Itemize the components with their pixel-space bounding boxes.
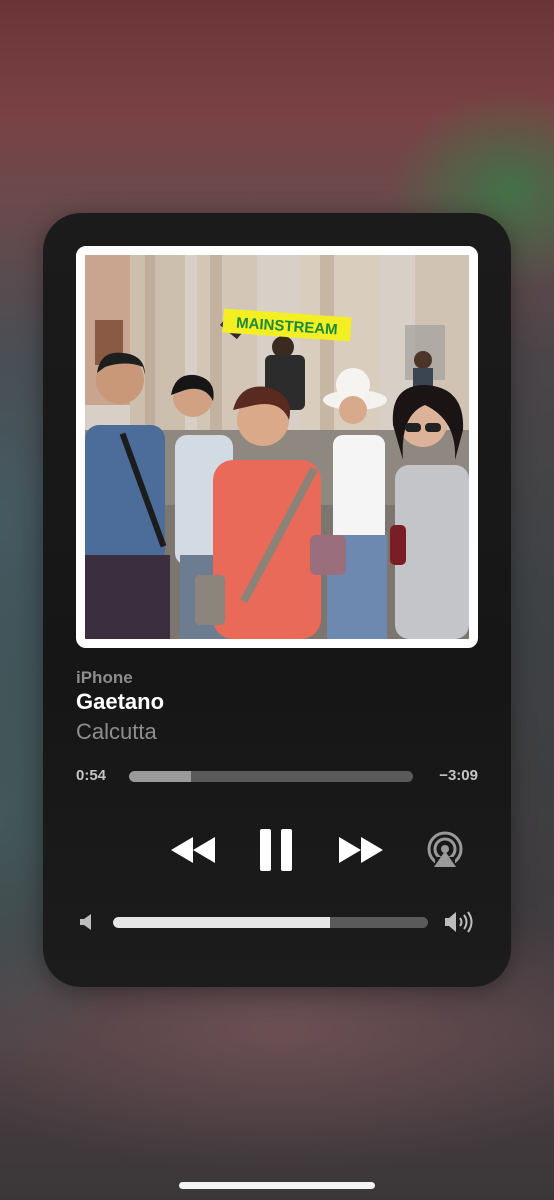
volume-level: [113, 917, 331, 928]
playback-scrubber[interactable]: [129, 771, 413, 782]
rewind-icon: [171, 837, 215, 863]
track-title: Gaetano: [76, 689, 165, 714]
airplay-button[interactable]: [423, 829, 467, 871]
now-playing-card: MAINSTREAM iPhone Gaetano Calcutta 0:54 …: [43, 213, 511, 987]
output-device-label: iPhone: [76, 668, 133, 687]
elapsed-time: 0:54: [76, 767, 107, 784]
airplay-icon: [427, 831, 463, 869]
artist-name: Calcutta: [76, 719, 157, 744]
volume-max-indicator: [443, 909, 477, 935]
fast-forward-button[interactable]: [331, 827, 391, 873]
album-artwork: MAINSTREAM: [76, 246, 478, 648]
scrubber-progress: [129, 771, 192, 782]
home-indicator[interactable]: [179, 1182, 375, 1189]
pause-button[interactable]: [251, 825, 301, 875]
rewind-button[interactable]: [163, 827, 223, 873]
pause-icon: [260, 829, 292, 871]
volume-slider[interactable]: [113, 917, 428, 928]
volume-min-indicator: [76, 911, 96, 933]
speaker-low-icon: [80, 914, 91, 930]
speaker-high-icon: [445, 911, 473, 933]
remaining-time: −3:09: [439, 767, 478, 784]
fast-forward-icon: [339, 837, 383, 863]
